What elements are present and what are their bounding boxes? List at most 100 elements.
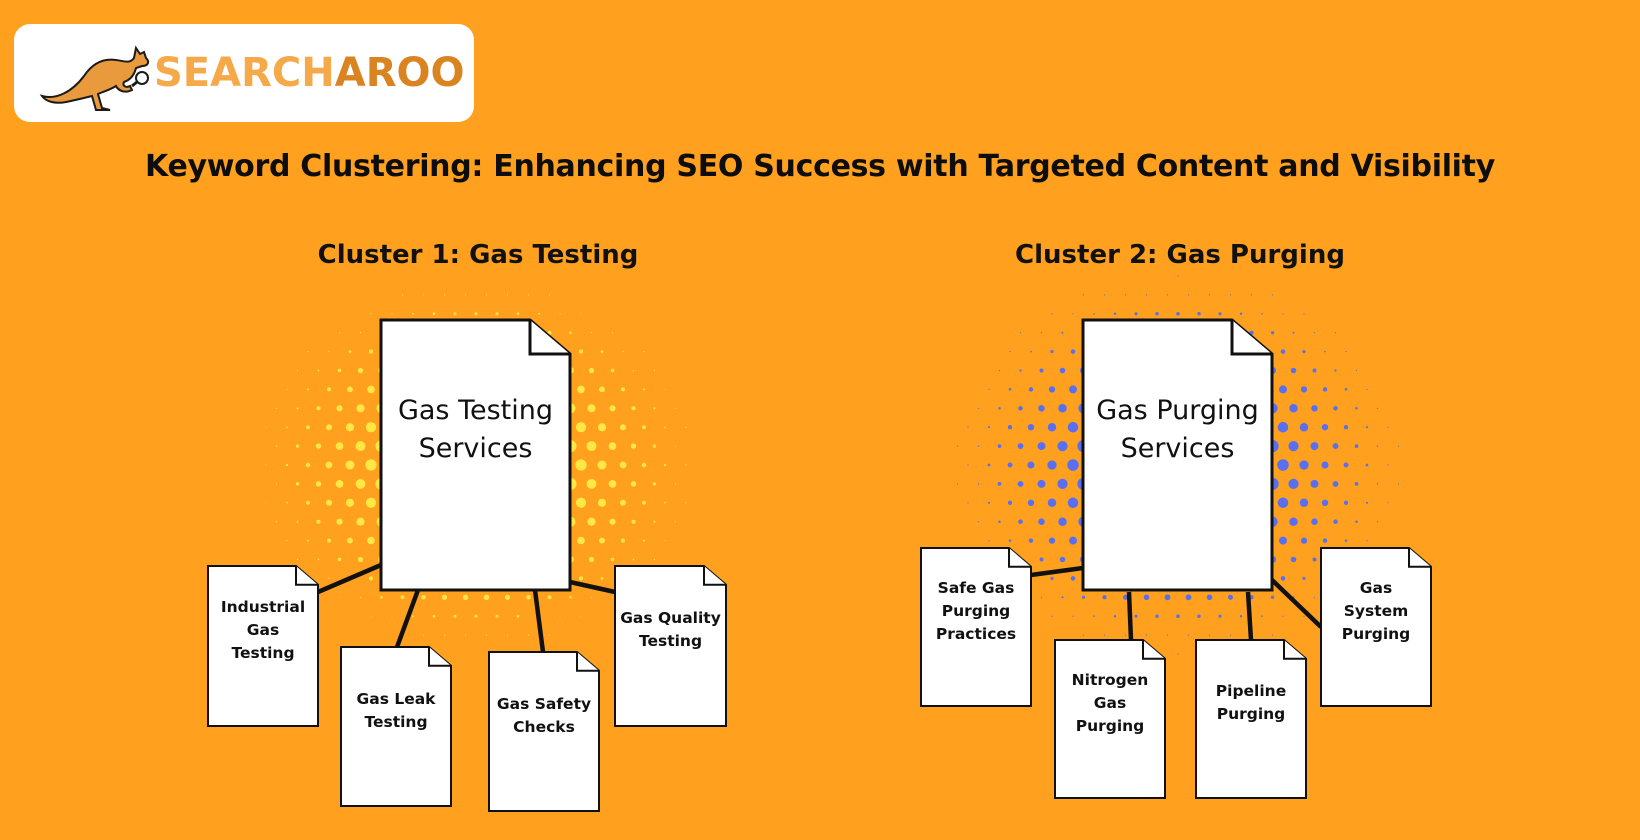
halftone-dot [1376, 483, 1379, 485]
halftone-dot [286, 426, 288, 429]
halftone-dot [265, 464, 267, 466]
halftone-dot [608, 480, 617, 488]
cluster-1-pillar-label: Gas Testing Services [397, 395, 554, 464]
halftone-dot [1187, 294, 1190, 296]
halftone-dot [485, 294, 488, 296]
halftone-dot [1271, 634, 1274, 636]
halftone-dot [1333, 519, 1338, 524]
halftone-dot [1134, 312, 1138, 316]
halftone-dot [1282, 313, 1284, 315]
halftone-dot [495, 312, 499, 316]
halftone-dot [1051, 615, 1053, 617]
halftone-dot [1027, 424, 1035, 431]
halftone-dot [1290, 556, 1297, 563]
halftone-dot [464, 294, 467, 296]
halftone-dot [1332, 480, 1339, 487]
halftone-dot [1354, 482, 1359, 486]
halftone-dot [412, 615, 414, 618]
halftone-dot [336, 518, 343, 525]
halftone-dot [1303, 313, 1305, 315]
halftone-dot [1185, 594, 1192, 601]
halftone-dot [1047, 498, 1057, 508]
halftone-dot [328, 577, 330, 580]
halftone-dot [575, 497, 587, 508]
halftone-dot [1344, 388, 1348, 391]
halftone-dot [608, 442, 617, 450]
halftone-dot [1206, 594, 1213, 601]
halftone-dot [956, 483, 959, 485]
halftone-dot [325, 424, 333, 431]
halftone-dot [1282, 615, 1284, 617]
halftone-dot [631, 519, 636, 524]
halftone-dot [590, 331, 593, 334]
halftone-dot [674, 445, 677, 447]
halftone-dot [345, 498, 355, 507]
halftone-dot [443, 634, 446, 636]
halftone-dot [674, 407, 677, 409]
halftone-dot [1239, 614, 1243, 618]
halftone-dot [1303, 615, 1305, 617]
halftone-dot [1270, 595, 1275, 599]
halftone-dot [355, 441, 366, 452]
halftone-dot [1250, 294, 1253, 296]
halftone-dot [327, 387, 331, 392]
halftone-dot [577, 536, 585, 545]
halftone-dot [1343, 500, 1349, 505]
halftone-dot [610, 557, 615, 562]
halftone-dot [1187, 634, 1190, 636]
halftone-dot [516, 312, 520, 316]
halftone-dot [621, 538, 625, 543]
cluster-2-subtopic-label: Nitrogen Gas Purging [1071, 670, 1149, 735]
halftone-dot [1365, 463, 1369, 467]
halftone-dot [586, 478, 597, 489]
halftone-dot [1145, 294, 1148, 296]
halftone-dot [987, 501, 991, 504]
halftone-dot [1143, 594, 1150, 601]
halftone-dot [317, 558, 320, 561]
halftone-dot [367, 536, 375, 545]
halftone-dot [1176, 614, 1180, 618]
halftone-dot [1366, 540, 1368, 542]
halftone-dot [1239, 312, 1243, 316]
halftone-dot [1040, 596, 1043, 598]
halftone-dot [685, 502, 687, 504]
halftone-dot [997, 444, 1002, 448]
halftone-dot [1332, 443, 1339, 450]
halftone-dot [317, 369, 320, 372]
halftone-dot [1177, 275, 1179, 277]
halftone-dot [998, 369, 1001, 372]
halftone-dot [1067, 421, 1079, 433]
cluster-diagram [207, 275, 1432, 812]
halftone-dot [1048, 386, 1056, 393]
halftone-dot [967, 464, 969, 466]
halftone-dot [632, 369, 635, 372]
halftone-dot [1050, 350, 1054, 354]
halftone-dot [1355, 407, 1358, 410]
halftone-dot [1321, 424, 1329, 431]
halftone-dot [1333, 406, 1338, 411]
halftone-dot [1037, 442, 1046, 451]
halftone-dot [1027, 461, 1035, 469]
halftone-dot [275, 483, 278, 485]
halftone-dot [1027, 499, 1035, 506]
halftone-dot [1197, 614, 1201, 618]
halftone-dot [609, 405, 616, 412]
halftone-dot [1047, 460, 1057, 470]
halftone-dot [1288, 441, 1299, 452]
cluster-1-subtopic-label: Gas Quality Testing [620, 609, 721, 650]
halftone-dot [577, 385, 585, 394]
halftone-dot [1365, 426, 1369, 429]
halftone-dot [559, 313, 561, 315]
halftone-dot [1007, 462, 1013, 468]
halftone-dot [1081, 595, 1086, 599]
halftone-dot [348, 350, 352, 353]
halftone-dot [1007, 500, 1013, 505]
halftone-dot [356, 404, 365, 413]
halftone-dot [1057, 478, 1068, 489]
halftone-dot [1261, 312, 1263, 315]
halftone-dot [1124, 634, 1127, 636]
cluster-2-pillar-label: Gas Purging Services [1096, 395, 1259, 464]
halftone-dot [1334, 332, 1337, 334]
halftone-dot [600, 350, 604, 353]
halftone-dot [325, 499, 333, 506]
